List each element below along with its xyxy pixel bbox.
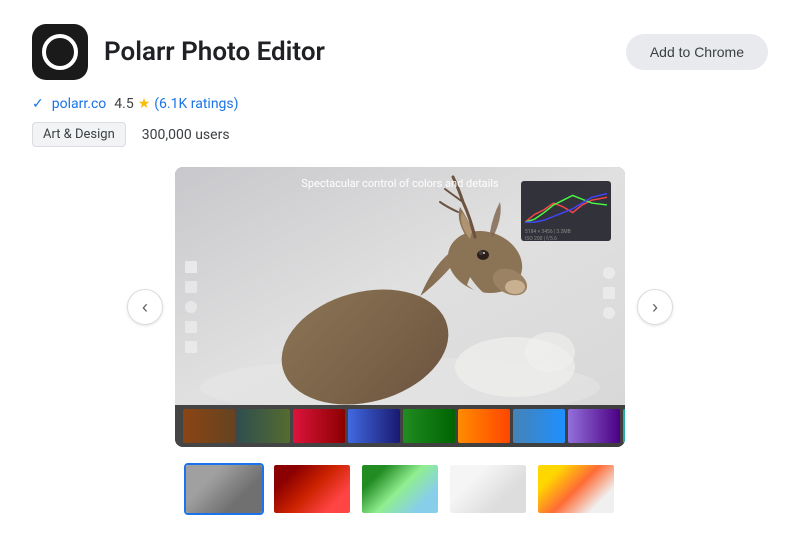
filmstrip-thumb-4	[348, 409, 400, 443]
thumbnails-row	[32, 463, 768, 515]
rating-value: 4.5	[114, 96, 133, 112]
filmstrip-thumb-2	[238, 409, 290, 443]
category-tag: Art & Design	[32, 122, 126, 147]
histogram-info: 5184 × 3456 | 3.2MB ISO 200 | f/5.6	[525, 229, 607, 241]
rating-container: 4.5 ★ (6.1K ratings)	[114, 96, 238, 112]
thumbnail-1-inner	[186, 465, 262, 513]
right-toolbar	[603, 267, 615, 319]
add-to-chrome-button[interactable]: Add to Chrome	[626, 34, 768, 70]
left-toolbar	[185, 261, 197, 353]
right-toolbar-icon-1	[603, 267, 615, 279]
right-toolbar-icon-3	[603, 307, 615, 319]
filmstrip-thumb-9	[623, 409, 625, 443]
histogram-overlay: 5184 × 3456 | 3.2MB ISO 200 | f/5.6	[521, 181, 611, 241]
rating-count: (6.1K ratings)	[154, 96, 238, 112]
page-container: Polarr Photo Editor Add to Chrome ✓ pola…	[0, 0, 800, 559]
toolbar-icon-4	[185, 321, 197, 333]
filmstrip-thumb-6	[458, 409, 510, 443]
website-link[interactable]: polarr.co	[52, 96, 107, 112]
thumbnail-2[interactable]	[272, 463, 352, 515]
histogram-svg	[525, 185, 607, 223]
filmstrip-thumb-7	[513, 409, 565, 443]
screenshot-caption: Spectacular control of colors and detail…	[301, 177, 498, 190]
next-arrow-button[interactable]: ›	[637, 289, 673, 325]
filmstrip-thumb-1	[183, 409, 235, 443]
app-header: Polarr Photo Editor Add to Chrome	[32, 24, 768, 80]
toolbar-icon-3	[185, 301, 197, 313]
filmstrip-thumb-8	[568, 409, 620, 443]
filmstrip	[175, 405, 625, 447]
thumbnail-5-inner	[538, 465, 614, 513]
app-icon-circle	[42, 34, 78, 70]
app-icon	[32, 24, 88, 80]
thumbnail-4[interactable]	[448, 463, 528, 515]
thumbnail-5[interactable]	[536, 463, 616, 515]
users-count: 300,000 users	[142, 127, 230, 143]
toolbar-icon-2	[185, 281, 197, 293]
screenshot-area: ‹ Spectacular control of colors and deta…	[32, 167, 768, 447]
filmstrip-thumb-5	[403, 409, 455, 443]
right-toolbar-icon-2	[603, 287, 615, 299]
thumbnail-2-inner	[274, 465, 350, 513]
app-meta: ✓ polarr.co 4.5 ★ (6.1K ratings)	[32, 96, 768, 112]
thumbnail-3-inner	[362, 465, 438, 513]
bottom-spacer	[32, 515, 768, 535]
verified-icon: ✓	[32, 96, 44, 112]
main-screenshot: Spectacular control of colors and detail…	[175, 167, 625, 447]
prev-arrow-button[interactable]: ‹	[127, 289, 163, 325]
thumbnail-4-inner	[450, 465, 526, 513]
deer-scene: 5184 × 3456 | 3.2MB ISO 200 | f/5.6	[175, 167, 625, 447]
app-header-left: Polarr Photo Editor	[32, 24, 325, 80]
toolbar-icon-1	[185, 261, 197, 273]
filmstrip-thumb-3	[293, 409, 345, 443]
thumbnail-3[interactable]	[360, 463, 440, 515]
star-icon: ★	[138, 96, 151, 112]
toolbar-icon-5	[185, 341, 197, 353]
app-tags: Art & Design 300,000 users	[32, 122, 768, 147]
thumbnail-1[interactable]	[184, 463, 264, 515]
app-title: Polarr Photo Editor	[104, 37, 325, 67]
